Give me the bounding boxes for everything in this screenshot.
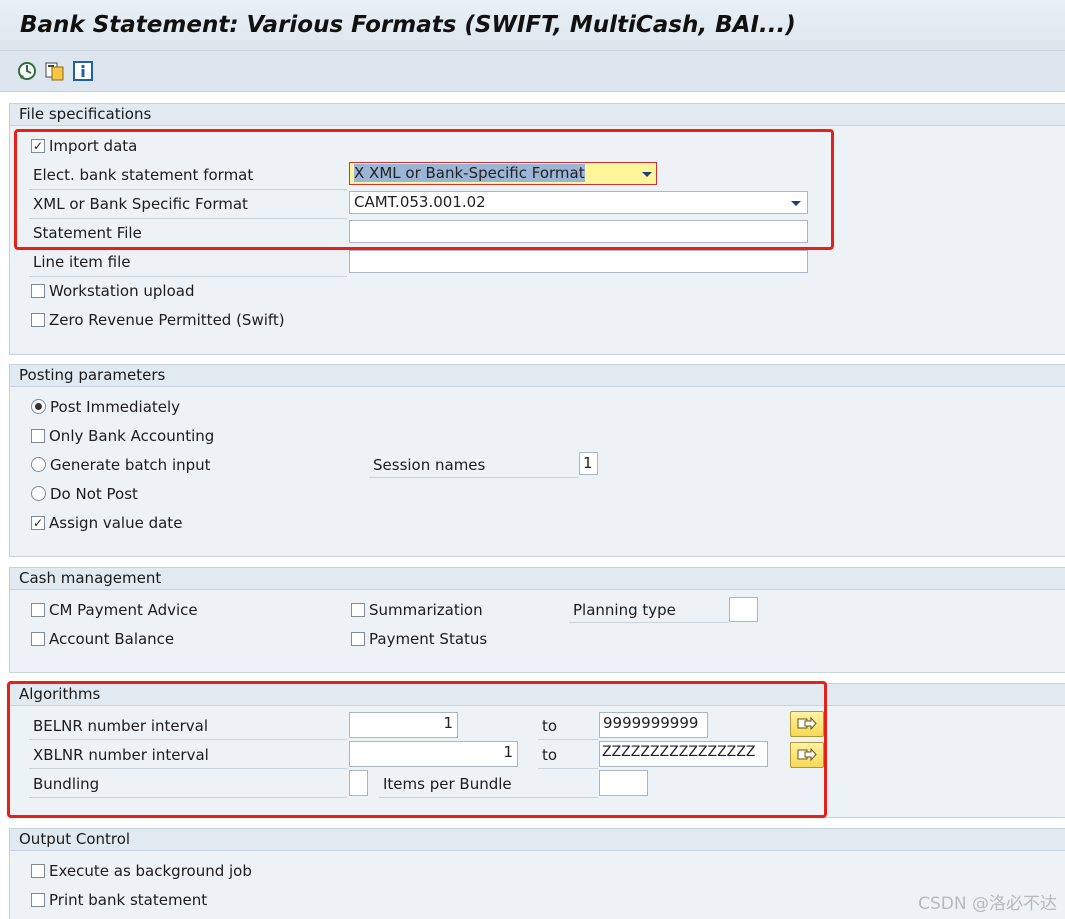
line-item-file-input[interactable] (349, 250, 808, 273)
only-bank-accounting-checkbox[interactable] (31, 429, 45, 443)
label-underline (369, 477, 578, 478)
print-statement-label: Print bank statement (49, 891, 208, 909)
post-immediately-radio[interactable] (31, 399, 46, 414)
summarization-checkbox[interactable] (351, 603, 365, 617)
workstation-upload-label: Workstation upload (49, 282, 195, 300)
payment-status-checkbox[interactable] (351, 632, 365, 646)
title-bar: Bank Statement: Various Formats (SWIFT, … (0, 0, 1065, 51)
session-names-label: Session names (373, 456, 486, 474)
cm-payment-advice-label: CM Payment Advice (49, 601, 198, 619)
cash-management-frame: Cash management (9, 567, 1065, 673)
background-job-checkbox[interactable] (31, 864, 45, 878)
line-item-file-label: Line item file (33, 253, 131, 271)
background-job-label: Execute as background job (49, 862, 252, 880)
frame-header: Output Control (10, 829, 1065, 851)
info-icon[interactable] (72, 60, 94, 82)
account-balance-label: Account Balance (49, 630, 175, 648)
generate-batch-label: Generate batch input (50, 456, 211, 474)
payment-status-label: Payment Status (369, 630, 488, 648)
account-balance-checkbox[interactable] (31, 632, 45, 646)
zero-revenue-checkbox[interactable] (31, 313, 45, 327)
print-statement-checkbox[interactable] (31, 893, 45, 907)
planning-type-input[interactable] (729, 597, 758, 622)
cm-payment-advice-checkbox[interactable] (31, 603, 45, 617)
do-not-post-label: Do Not Post (50, 485, 138, 503)
summarization-label: Summarization (369, 601, 483, 619)
frame-header: File specifications (10, 104, 1065, 126)
zero-revenue-label: Zero Revenue Permitted (Swift) (49, 311, 285, 329)
generate-batch-radio[interactable] (31, 457, 46, 472)
page-title: Bank Statement: Various Formats (SWIFT, … (20, 12, 796, 38)
label-underline (569, 622, 728, 623)
assign-value-date-checkbox[interactable]: ✓ (31, 516, 45, 530)
watermark: CSDN @洛必不达 (918, 894, 1057, 914)
post-immediately-label: Post Immediately (50, 398, 181, 416)
frame-header: Posting parameters (10, 365, 1065, 387)
frame-header: Cash management (10, 568, 1065, 590)
session-names-input[interactable]: 1 (579, 452, 598, 475)
application-toolbar (0, 51, 1065, 92)
execute-icon[interactable] (16, 60, 38, 82)
do-not-post-radio[interactable] (31, 486, 46, 501)
planning-type-label: Planning type (573, 601, 676, 619)
highlight-box (14, 129, 834, 250)
highlight-box (7, 681, 827, 818)
only-bank-accounting-label: Only Bank Accounting (49, 427, 215, 445)
variant-icon[interactable] (44, 60, 66, 82)
workstation-upload-checkbox[interactable] (31, 284, 45, 298)
assign-value-date-label: Assign value date (49, 514, 183, 532)
label-underline (29, 276, 347, 277)
